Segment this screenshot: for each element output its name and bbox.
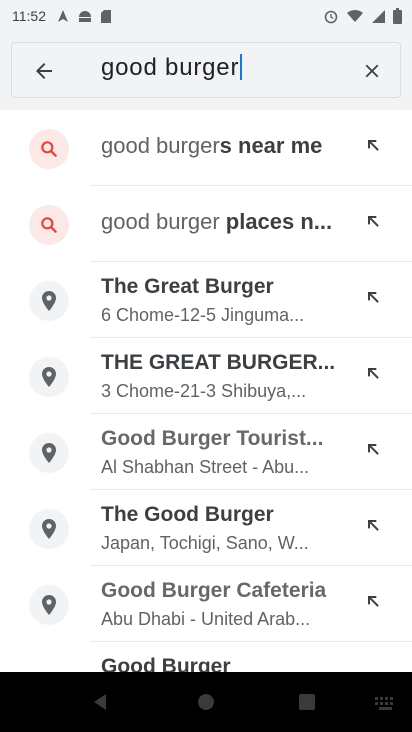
place-pin-icon [29, 509, 69, 549]
back-triangle-icon[interactable] [90, 692, 110, 712]
search-icon [29, 205, 69, 245]
status-bar: 11:52 [0, 0, 412, 32]
text-caret [240, 54, 243, 80]
suggestion-search-2[interactable]: good burger places n... [0, 186, 412, 262]
suggestion-search-1[interactable]: good burgers near me [0, 110, 412, 186]
battery-icon [393, 8, 402, 24]
place-pin-icon [29, 281, 69, 321]
arrow-up-left-icon[interactable] [362, 590, 384, 612]
place-pin-icon [29, 357, 69, 397]
suggestion-place-4[interactable]: The Good Burger Japan, Tochigi, Sano, W.… [0, 490, 412, 566]
place-title: The Good Burger [101, 503, 274, 526]
keyboard-icon[interactable] [374, 696, 398, 712]
home-circle-icon[interactable] [196, 692, 216, 712]
wifi-icon [346, 9, 364, 23]
notification-icons [56, 9, 112, 24]
suggestion-text: good burgers near me [101, 132, 341, 160]
recents-square-icon[interactable] [298, 693, 316, 711]
place-subtitle: Al Shabhan Street - Abu... [101, 457, 310, 477]
system-nav-bar [0, 672, 412, 732]
status-time: 11:52 [12, 8, 46, 24]
search-icon [29, 129, 69, 169]
alarm-icon [323, 8, 339, 24]
signal-icon [371, 9, 386, 24]
place-pin-icon [29, 585, 69, 625]
android-icon [77, 9, 93, 23]
search-header: good burger [0, 32, 412, 110]
arrow-up-left-icon[interactable] [362, 362, 384, 384]
suggestion-rest: places n... [219, 209, 333, 234]
search-box[interactable]: good burger [11, 42, 401, 98]
close-icon[interactable] [358, 57, 386, 85]
search-input[interactable]: good burger [101, 54, 243, 82]
place-title: THE GREAT BURGER... [101, 351, 336, 374]
suggestion-place-3[interactable]: Good Burger Tourist... Al Shabhan Street… [0, 414, 412, 490]
arrow-up-left-icon[interactable] [362, 286, 384, 308]
place-subtitle: 3 Chome-21-3 Shibuya,... [101, 381, 307, 401]
suggestion-text: good burger places n... [101, 208, 341, 236]
search-query: good burger [101, 54, 240, 81]
suggestion-rest: s near me [219, 133, 323, 158]
place-title: The Great Burger [101, 275, 274, 298]
arrow-up-left-icon[interactable] [362, 210, 384, 232]
place-subtitle: Japan, Tochigi, Sano, W... [101, 533, 309, 553]
place-title: Good Burger Tourist... [101, 427, 324, 450]
place-title: Good Burger Cafeteria [101, 579, 327, 602]
sd-card-icon [100, 9, 112, 24]
suggestion-match: good burger [101, 209, 220, 234]
suggestion-list: good burgers near me good burger places … [0, 110, 412, 718]
place-subtitle: Abu Dhabi - United Arab... [101, 609, 311, 629]
suggestion-place-2[interactable]: THE GREAT BURGER... 3 Chome-21-3 Shibuya… [0, 338, 412, 414]
arrow-up-left-icon[interactable] [362, 514, 384, 536]
place-pin-icon [29, 433, 69, 473]
arrow-up-left-icon[interactable] [362, 438, 384, 460]
suggestion-match: good burger [101, 133, 220, 158]
suggestion-place-5[interactable]: Good Burger Cafeteria Abu Dhabi - United… [0, 566, 412, 642]
arrow-up-left-icon[interactable] [362, 134, 384, 156]
suggestion-place-1[interactable]: The Great Burger 6 Chome-12-5 Jinguma... [0, 262, 412, 338]
navigation-icon [56, 9, 70, 23]
place-subtitle: 6 Chome-12-5 Jinguma... [101, 305, 305, 325]
system-icons [323, 0, 402, 32]
arrow-left-icon[interactable] [30, 57, 58, 85]
